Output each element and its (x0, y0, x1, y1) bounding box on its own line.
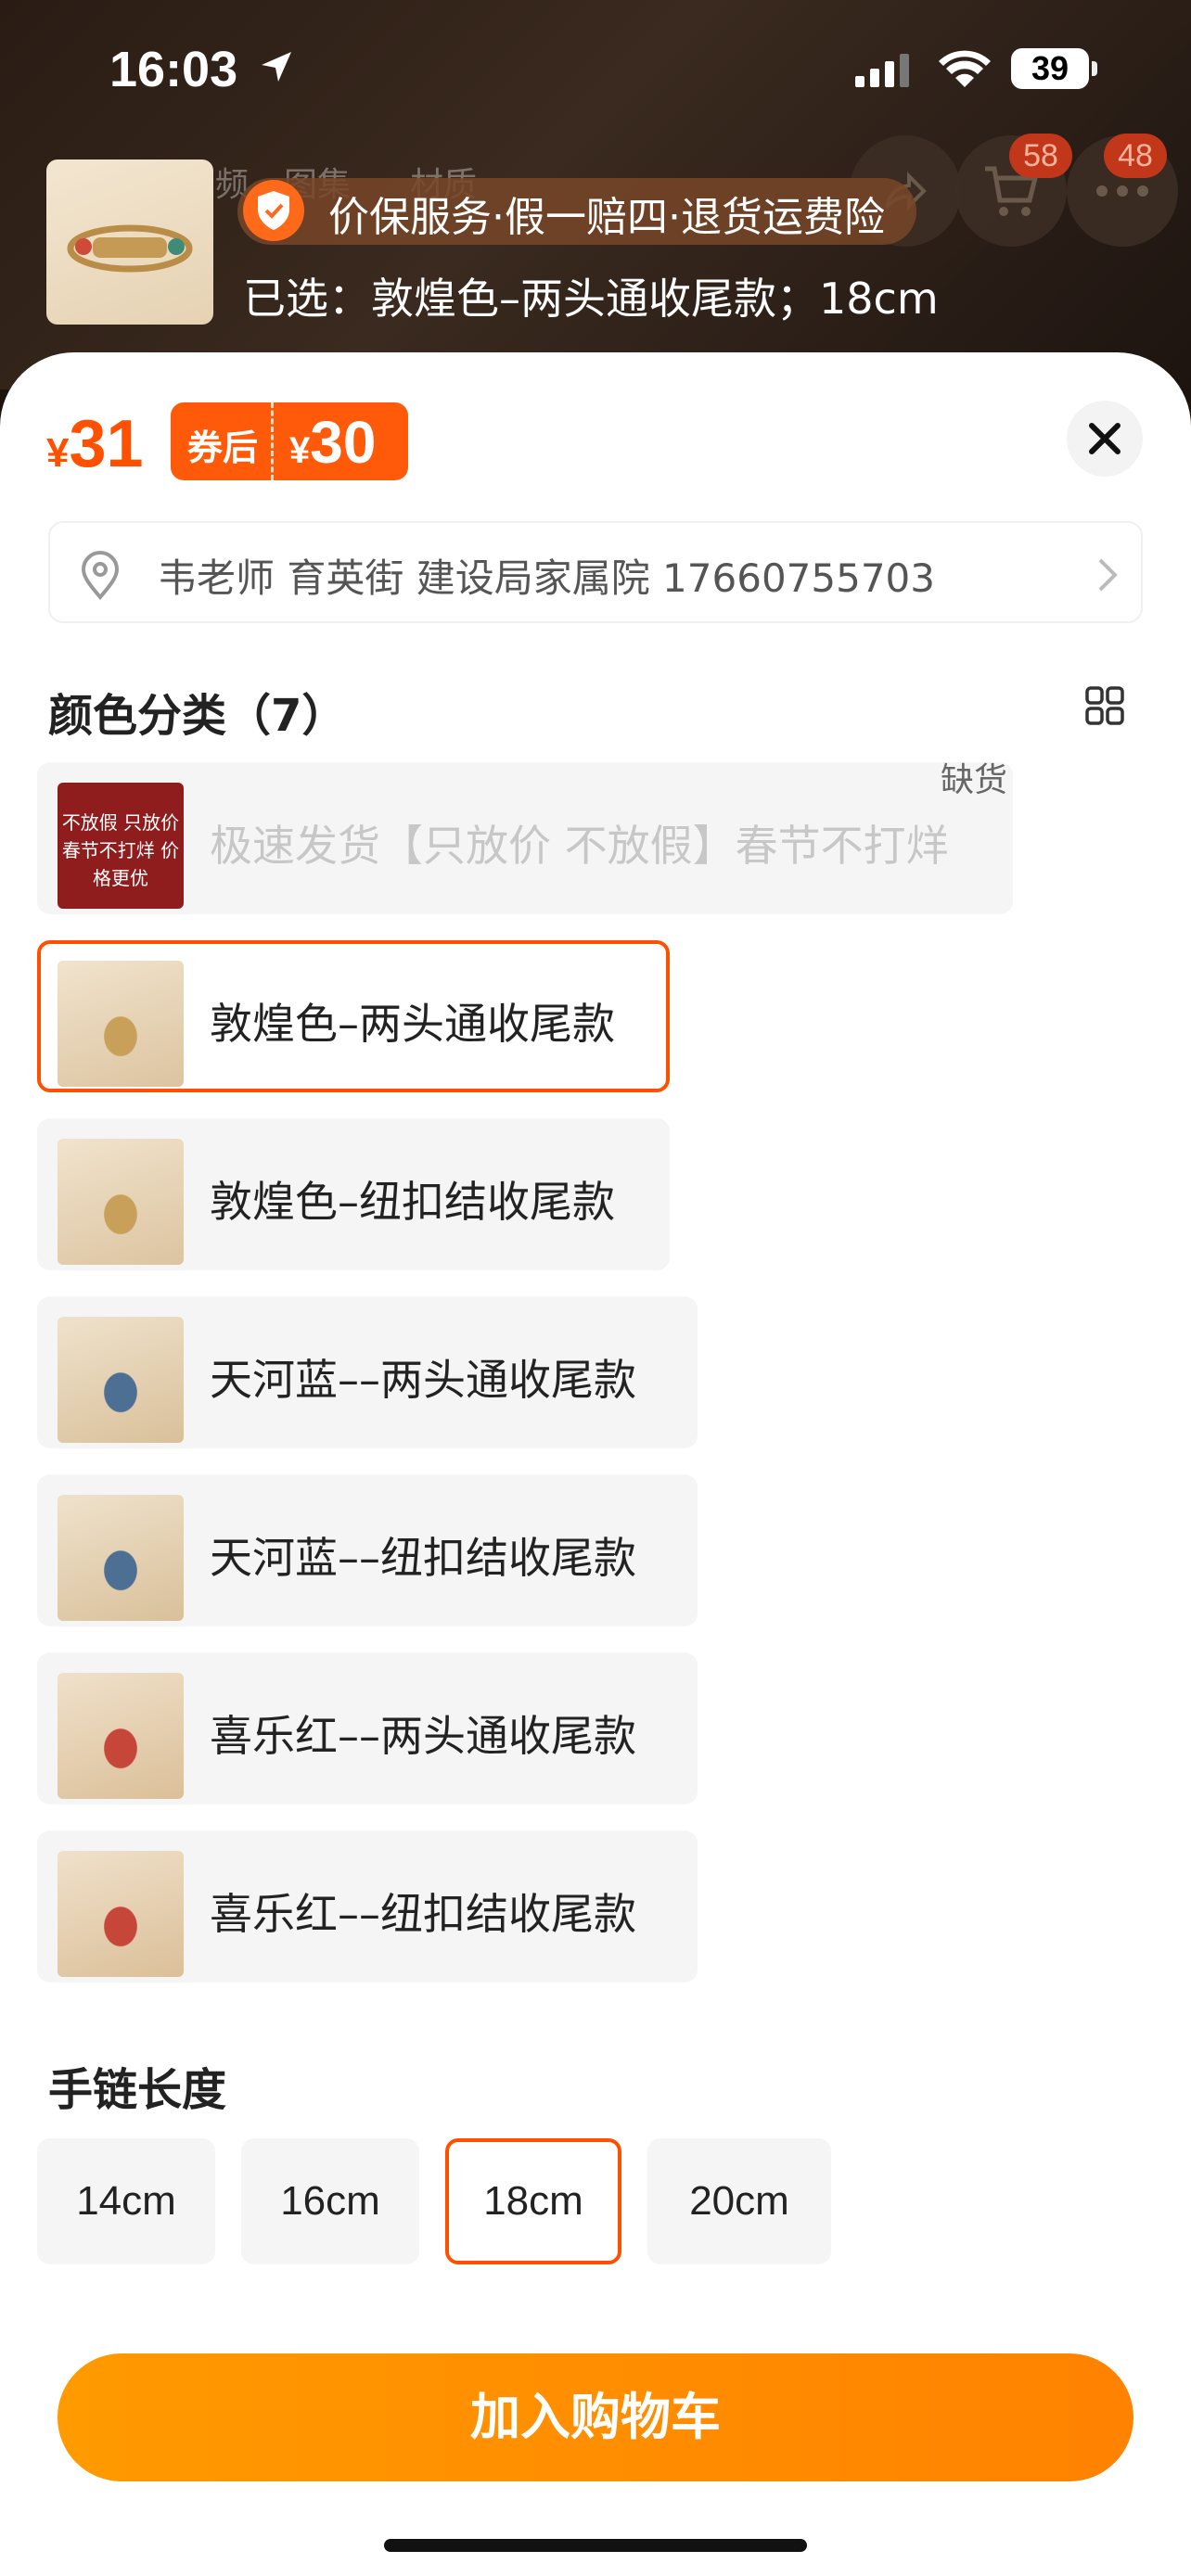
color-option-dunhuang-both[interactable]: 敦煌色–两头通收尾款 (37, 940, 670, 1092)
shield-check-icon (243, 180, 304, 241)
color-option-dunhuang-knot[interactable]: 敦煌色–纽扣结收尾款 (37, 1118, 670, 1270)
color-option-red-both[interactable]: 喜乐红––两头通收尾款 (37, 1652, 698, 1804)
option-label: 敦煌色–纽扣结收尾款 (210, 1177, 615, 1227)
color-section-title: 颜色分类（7） (48, 690, 347, 742)
option-thumbnail (58, 1851, 184, 1977)
location-arrow-icon (258, 48, 295, 89)
color-option-blue-knot[interactable]: 天河蓝––纽扣结收尾款 (37, 1474, 698, 1626)
battery-indicator: 39 (1011, 48, 1097, 89)
home-indicator[interactable] (384, 2539, 807, 2552)
option-thumbnail (58, 1317, 184, 1443)
address-row[interactable]: 韦老师 育英街 建设局家属院 17660755703 (48, 521, 1143, 623)
option-thumbnail: 不放假 只放价 春节不打烊 价格更优 (58, 783, 184, 909)
option-label: 敦煌色–两头通收尾款 (210, 999, 615, 1049)
option-thumbnail (58, 1495, 184, 1621)
coupon-price: ¥30 (289, 409, 377, 476)
location-pin-icon (81, 551, 120, 601)
status-time: 16:03 (109, 42, 238, 97)
service-text: 价保服务·假一赔四·退货运费险 (328, 194, 885, 241)
length-section-title: 手链长度 (48, 2064, 227, 2116)
option-label: 天河蓝––两头通收尾款 (210, 1355, 636, 1405)
option-thumbnail (58, 961, 184, 1087)
chevron-right-icon (1098, 558, 1118, 592)
cellular-signal-icon (855, 52, 915, 93)
option-label: 喜乐红––纽扣结收尾款 (210, 1889, 636, 1939)
close-icon (1089, 423, 1121, 454)
out-of-stock-label: 缺货 (941, 761, 1008, 799)
more-icon (1096, 185, 1148, 197)
size-option-14cm[interactable]: 14cm (37, 2138, 215, 2264)
message-count-badge: 48 (1104, 134, 1167, 178)
option-thumbnail (58, 1673, 184, 1799)
close-button[interactable] (1067, 401, 1143, 477)
selected-summary: 已选：敦煌色–两头通收尾款；18cm (243, 274, 939, 324)
option-label: 极速发货【只放价 不放假】春节不打烊 (210, 821, 949, 871)
coupon-price-tag: 券后 ¥30 (171, 402, 408, 480)
color-option-red-knot[interactable]: 喜乐红––纽扣结收尾款 (37, 1830, 698, 1983)
address-text: 韦老师 育英街 建设局家属院 17660755703 (158, 555, 935, 601)
option-label: 天河蓝––纽扣结收尾款 (210, 1533, 636, 1583)
size-option-18cm[interactable]: 18cm (445, 2138, 621, 2264)
selected-product-thumbnail[interactable] (46, 159, 213, 325)
status-bar: 16:03 39 (0, 37, 1191, 102)
coupon-label: 券后 (187, 427, 259, 468)
option-thumbnail (58, 1139, 184, 1265)
size-option-16cm[interactable]: 16cm (241, 2138, 419, 2264)
wifi-icon (937, 50, 992, 95)
color-option-promo[interactable]: 不放假 只放价 春节不打烊 价格更优 极速发货【只放价 不放假】春节不打烊 (37, 762, 1013, 914)
add-to-cart-button[interactable]: 加入购物车 (58, 2353, 1133, 2481)
option-label: 喜乐红––两头通收尾款 (210, 1711, 636, 1761)
original-price: ¥31 (46, 407, 144, 481)
grid-view-icon[interactable] (1085, 686, 1124, 729)
cart-count-badge: 58 (1009, 134, 1072, 178)
color-option-blue-both[interactable]: 天河蓝––两头通收尾款 (37, 1296, 698, 1448)
size-option-20cm[interactable]: 20cm (647, 2138, 831, 2264)
